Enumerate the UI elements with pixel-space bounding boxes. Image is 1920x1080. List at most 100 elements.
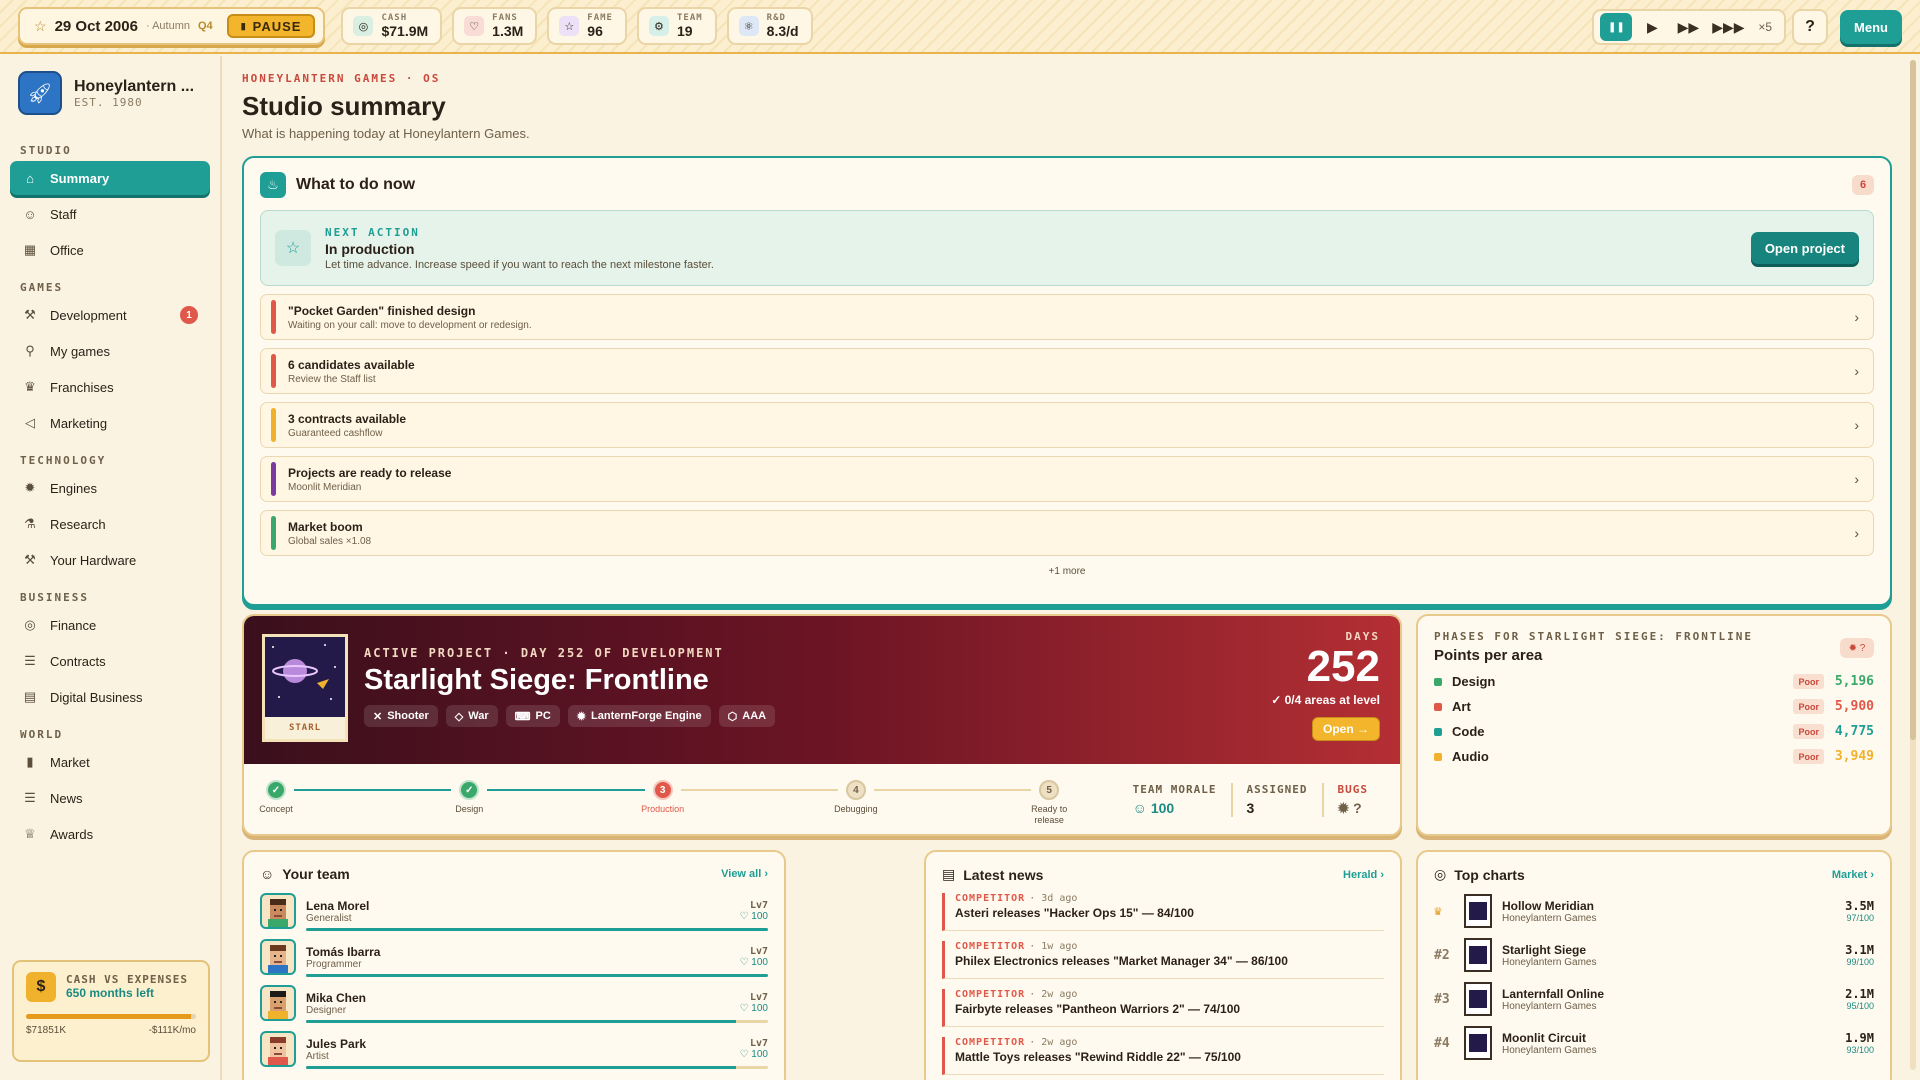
sidebar-item-summary[interactable]: ⌂ Summary bbox=[10, 161, 210, 195]
chart-entry[interactable]: ♛ Hollow Meridian Honeylantern Games 3.5M 97… bbox=[1434, 889, 1874, 933]
view-all-team-link[interactable]: View all › bbox=[721, 868, 768, 880]
page-scrollbar[interactable] bbox=[1910, 60, 1916, 1070]
sidebar-item-awards[interactable]: ♕ Awards bbox=[10, 817, 210, 851]
pause-speed-button[interactable]: ❚❚ bbox=[1600, 13, 1633, 41]
tag-label: PC bbox=[535, 710, 551, 722]
stat-label: CASH bbox=[381, 13, 408, 23]
open-project-button[interactable]: Open project bbox=[1750, 232, 1859, 264]
market-link[interactable]: Market › bbox=[1832, 869, 1874, 881]
news-title: Latest news bbox=[963, 866, 1044, 883]
help-button[interactable]: ? bbox=[1792, 9, 1829, 45]
stat-rd[interactable]: ⚛ R&D 8.3/d bbox=[726, 7, 813, 45]
sidebar-item-contracts[interactable]: ☰ Contracts bbox=[10, 644, 210, 678]
sidebar-item-franchises[interactable]: ♛ Franchises bbox=[10, 370, 210, 404]
chart-score: 95/100 bbox=[1846, 1001, 1874, 1011]
priority-stripe bbox=[271, 300, 276, 334]
play-speed-button[interactable]: ▶ bbox=[1636, 13, 1668, 41]
project-tag: ✹ LanternForge Engine bbox=[567, 705, 711, 727]
chart-entry[interactable]: #2 Starlight Siege Honeylantern Games 3.1M 9… bbox=[1434, 933, 1874, 977]
todo-item[interactable]: 6 candidates available Review the Staff l… bbox=[260, 348, 1874, 394]
stat-team[interactable]: ⚙ TEAM 19 bbox=[636, 7, 717, 45]
bug-help-icon[interactable]: ✹ ? bbox=[1840, 638, 1874, 658]
pause-button[interactable]: ▮ PAUSE bbox=[226, 14, 316, 38]
sidebar-item-finance[interactable]: ◎ Finance bbox=[10, 608, 210, 642]
team-member[interactable]: Lena Morel Generalist Lv7 ♡ 100 bbox=[260, 888, 768, 934]
cube-icon: ⬡ bbox=[727, 710, 738, 723]
sidebar-item-digital-business[interactable]: ▤ Digital Business bbox=[10, 680, 210, 714]
area-row: Audio Poor 3,949 bbox=[1434, 749, 1874, 764]
stat-label: R&D bbox=[766, 13, 786, 23]
expenses-amount: -$111K/mo bbox=[148, 1025, 196, 1036]
sidebar-item-marketing[interactable]: ◁ Marketing bbox=[10, 406, 210, 440]
charts-title: Top charts bbox=[1454, 866, 1525, 883]
sidebar-item-my-games[interactable]: ⚲ My games bbox=[10, 334, 210, 368]
chart-entry[interactable]: #4 Moonlit Circuit Honeylantern Games 1.9M 9… bbox=[1434, 1021, 1874, 1065]
sidebar-item-research[interactable]: ⚗ Research bbox=[10, 507, 210, 541]
sidebar-item-engines[interactable]: ✹ Engines bbox=[10, 471, 210, 505]
stat-cash[interactable]: ◎ CASH $71.9M bbox=[341, 7, 443, 45]
member-progress-bar bbox=[306, 1020, 768, 1023]
studio-brand[interactable]: 🚀︎ Honeylantern ... EST. 1980 bbox=[0, 56, 220, 130]
sidebar-item-staff[interactable]: ☺ Staff bbox=[10, 197, 210, 231]
priority-stripe bbox=[271, 516, 276, 550]
tag-label: War bbox=[468, 710, 489, 722]
more-todos-link[interactable]: +1 more bbox=[260, 566, 1874, 577]
star-icon: ☆ bbox=[34, 17, 47, 34]
chart-entry[interactable]: #3 Lanternfall Online Honeylantern Games 2.… bbox=[1434, 977, 1874, 1021]
member-level: Lv7 bbox=[749, 946, 768, 957]
sidebar-item-news[interactable]: ☰ News bbox=[10, 781, 210, 815]
game-thumbnail bbox=[1464, 1026, 1492, 1060]
stat-value: 1.3M bbox=[492, 23, 524, 39]
todo-item[interactable]: Market boom Global sales ×1.08 › bbox=[260, 510, 1874, 556]
fastest-speed-button[interactable]: ▶▶▶ bbox=[1708, 13, 1748, 41]
area-name: Design bbox=[1452, 674, 1496, 689]
member-name: Jules Park bbox=[306, 1036, 367, 1051]
menu-button[interactable]: Menu bbox=[1840, 10, 1902, 44]
stat-fame[interactable]: ☆ FAME 96 bbox=[547, 7, 627, 45]
stat-label: FAME bbox=[587, 13, 613, 23]
scrollbar-thumb[interactable] bbox=[1910, 60, 1916, 740]
stat-value: 8.3/d bbox=[766, 23, 799, 39]
engine-icon: ✹ bbox=[576, 710, 587, 723]
area-status-badge: Poor bbox=[1793, 699, 1824, 714]
people-icon: ☺ bbox=[260, 866, 275, 882]
news-item[interactable]: COMPETITOR · 2w ago Mattle Toys releases "… bbox=[942, 1037, 1384, 1075]
project-tag: ◇ War bbox=[445, 705, 498, 727]
team-member[interactable]: Jules Park Artist Lv7 ♡ 100 bbox=[260, 1026, 768, 1072]
member-level: Lv7 bbox=[749, 992, 768, 1003]
chart-game-studio: Honeylantern Games bbox=[1502, 912, 1597, 924]
todo-item[interactable]: Projects are ready to release Moonlit Mer… bbox=[260, 456, 1874, 502]
project-stat-label: BUGS bbox=[1337, 783, 1368, 796]
open-project-small-button[interactable]: Open → bbox=[1311, 717, 1380, 741]
sidebar-item-development[interactable]: ⚒ Development 1 bbox=[10, 298, 210, 332]
coin-icon: ◎ bbox=[24, 617, 36, 632]
joystick-icon: ⚲ bbox=[25, 343, 35, 358]
cog-icon: ✹ bbox=[24, 480, 36, 495]
chevron-right-icon: › bbox=[1854, 417, 1859, 433]
nav-section-title: TECHNOLOGY bbox=[20, 454, 107, 467]
news-item[interactable]: COMPETITOR · 3d ago Asteri releases "Hacke… bbox=[942, 893, 1384, 931]
stat-value: 96 bbox=[587, 23, 603, 39]
stat-label: FANS bbox=[492, 13, 518, 23]
todo-item-title: Market boom bbox=[288, 519, 363, 534]
area-status-badge: Poor bbox=[1793, 749, 1824, 764]
sidebar-item-market[interactable]: ▮ Market bbox=[10, 745, 210, 779]
breadcrumb: HONEYLANTERN GAMES · OS bbox=[242, 72, 441, 85]
news-item[interactable]: COMPETITOR · 1w ago Philex Electronics rel… bbox=[942, 941, 1384, 979]
news-card: ▤ Latest news Herald › COMPETITOR · 3d ag… bbox=[924, 850, 1402, 1080]
team-member[interactable]: Mika Chen Designer Lv7 ♡ 100 bbox=[260, 980, 768, 1026]
herald-link[interactable]: Herald › bbox=[1343, 869, 1384, 881]
fast-speed-button[interactable]: ▶▶ bbox=[1672, 13, 1704, 41]
coin-icon: ◎ bbox=[353, 16, 374, 36]
stat-fans[interactable]: ♡ FANS 1.3M bbox=[452, 7, 538, 45]
sidebar-item-office[interactable]: ▦ Office bbox=[10, 233, 210, 267]
sidebar-item-your-hardware[interactable]: ⚒ Your Hardware bbox=[10, 543, 210, 577]
news-item[interactable]: COMPETITOR · 2w ago Fairbyte releases "Pan… bbox=[942, 989, 1384, 1027]
fastest-forward-icon: ▶▶▶ bbox=[1712, 18, 1745, 35]
todo-item[interactable]: "Pocket Garden" finished design Waiting o… bbox=[260, 294, 1874, 340]
speed-controls: ❚❚ ▶ ▶▶ ▶▶▶ ×5 ? Menu bbox=[1592, 9, 1902, 45]
season-label: · Autumn bbox=[145, 20, 190, 32]
team-member[interactable]: Tomás Ibarra Programmer Lv7 ♡ 100 bbox=[260, 934, 768, 980]
todo-item[interactable]: 3 contracts available Guaranteed cashflow… bbox=[260, 402, 1874, 448]
sidebar-item-label: Summary bbox=[50, 170, 110, 186]
